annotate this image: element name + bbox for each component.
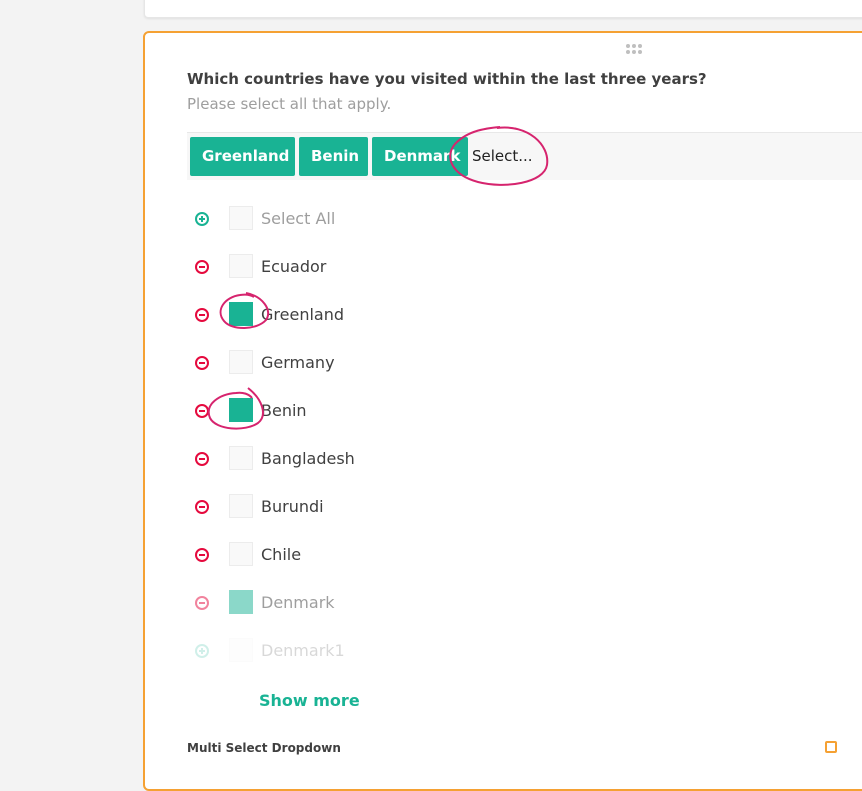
option-label: Select All [261,209,336,228]
option-chile[interactable]: Chile [187,541,587,571]
question-card[interactable]: Which countries have you visited within … [143,31,862,791]
option-label: Denmark [261,593,335,612]
add-icon[interactable] [195,644,209,658]
remove-icon[interactable] [195,500,209,514]
option-label: Ecuador [261,257,327,276]
tag-benin[interactable]: Benin [299,137,368,176]
option-label: Burundi [261,497,324,516]
checkbox[interactable] [229,542,253,566]
checkbox[interactable] [229,206,253,230]
option-ecuador[interactable]: Ecuador [187,253,587,283]
option-greenland[interactable]: Greenland [187,301,587,331]
remove-icon[interactable] [195,452,209,466]
checkbox[interactable] [229,638,253,662]
option-denmark1[interactable]: Denmark1 [187,637,587,667]
checkbox[interactable] [229,494,253,518]
tagbox-placeholder[interactable]: Select... [472,137,533,176]
question-description[interactable]: Please select all that apply. [187,95,391,113]
checkbox-checked[interactable] [229,590,253,614]
option-label: Germany [261,353,335,372]
checkbox-checked[interactable] [229,398,253,422]
remove-icon[interactable] [195,404,209,418]
duplicate-icon[interactable] [825,741,837,753]
option-germany[interactable]: Germany [187,349,587,379]
tag-denmark[interactable]: Denmark [372,137,468,176]
remove-icon[interactable] [195,308,209,322]
option-bangladesh[interactable]: Bangladesh [187,445,587,475]
checkbox[interactable] [229,254,253,278]
option-benin[interactable]: Benin [187,397,587,427]
remove-icon[interactable] [195,356,209,370]
add-icon[interactable] [195,212,209,226]
option-select-all[interactable]: Select All [187,205,587,235]
option-burundi[interactable]: Burundi [187,493,587,523]
drag-handle-icon[interactable] [626,44,642,54]
checkbox[interactable] [229,446,253,470]
option-label: Denmark1 [261,641,345,660]
previous-question-card [144,0,862,18]
question-type-label[interactable]: Multi Select Dropdown [187,741,341,755]
question-title[interactable]: Which countries have you visited within … [187,70,707,88]
tag-greenland[interactable]: Greenland [190,137,295,176]
tagbox-input[interactable]: Greenland Benin Denmark Select... [187,132,862,180]
show-more-link[interactable]: Show more [259,691,360,710]
option-label: Benin [261,401,307,420]
remove-icon[interactable] [195,548,209,562]
option-denmark[interactable]: Denmark [187,589,587,619]
remove-icon[interactable] [195,260,209,274]
remove-icon[interactable] [195,596,209,610]
checkbox[interactable] [229,350,253,374]
option-label: Chile [261,545,302,564]
checkbox-checked[interactable] [229,302,253,326]
option-label: Greenland [261,305,344,324]
option-label: Bangladesh [261,449,355,468]
